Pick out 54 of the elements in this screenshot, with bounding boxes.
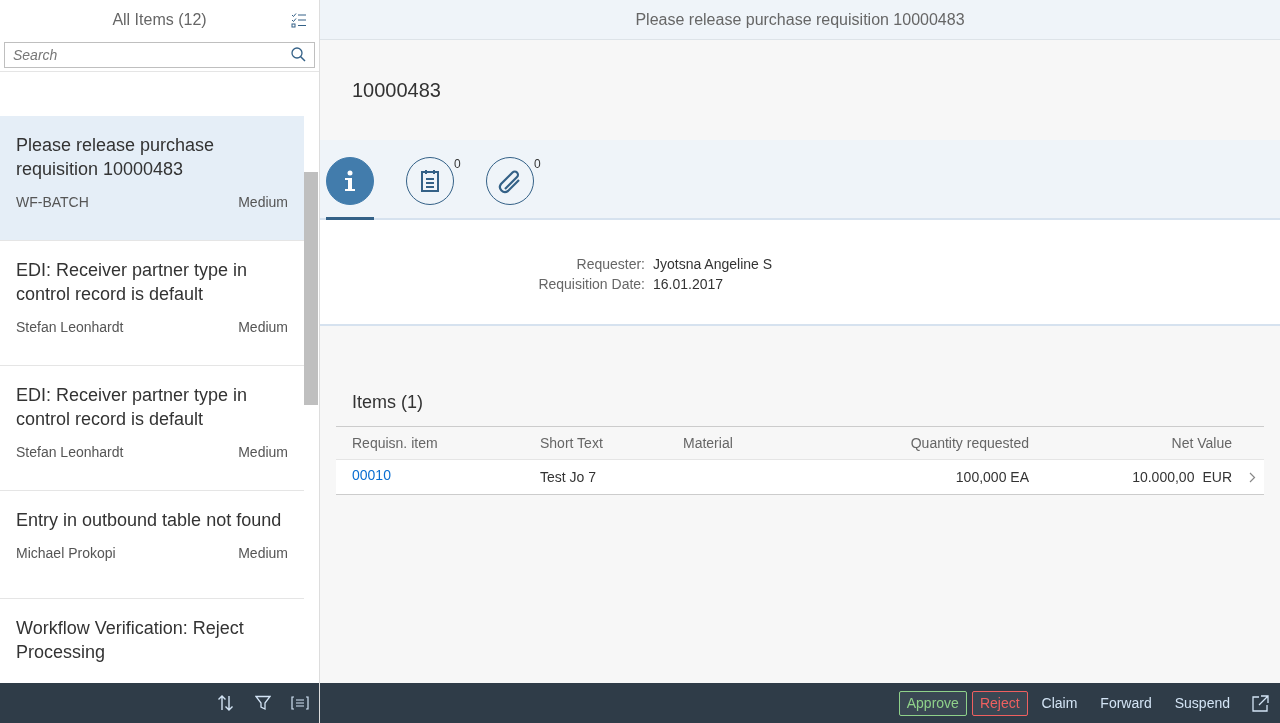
item-title: Please release purchase requisition 10000483 [16, 134, 216, 181]
item-creator: Michael Prokopi [16, 545, 116, 561]
share-icon[interactable] [1252, 694, 1269, 712]
field-label: Requisition Date: [537, 275, 645, 294]
notepad-icon [420, 169, 440, 193]
multi-select-icon[interactable] [291, 12, 307, 28]
table-cell-text: 100,000 EA [954, 469, 1030, 485]
action-button[interactable]: Claim [1032, 690, 1087, 716]
item-title: Workflow Verification: Reject Processing [16, 617, 245, 664]
search-icon[interactable] [291, 47, 306, 62]
tab[interactable]: 0 [406, 140, 466, 220]
tab-count: 0 [454, 157, 461, 171]
table-title: Items (1) [351, 392, 424, 413]
item-creator: WF-BATCH [16, 194, 89, 210]
item-priority: Medium [238, 444, 288, 460]
table-row[interactable]: 00010 Test Jo 7 100,000 EA 10.000,00 EUR [336, 460, 1264, 494]
chevron-right-icon[interactable] [1248, 471, 1256, 483]
table-cell: 10.000,00 [1132, 469, 1195, 485]
item-priority: Medium [238, 319, 288, 335]
column-header: Net Value [1170, 435, 1233, 451]
search-field[interactable]: Search [4, 42, 315, 68]
column-header: Requisn. item [351, 435, 439, 451]
sort-icon[interactable] [217, 695, 235, 711]
tab[interactable]: 0 [486, 140, 546, 220]
field-label: Requester: [575, 255, 645, 274]
action-button[interactable]: Approve [898, 690, 967, 716]
scrollbar-thumb[interactable] [304, 172, 318, 405]
item-link[interactable]: 00010 [352, 467, 391, 483]
column-header: Short Text [539, 435, 604, 451]
currency-cell: EUR [1202, 469, 1232, 485]
item-creator: Stefan Leonhardt [16, 319, 124, 335]
tab-count: 0 [534, 157, 541, 171]
item-title: EDI: Receiver partner type in control record is default [16, 259, 249, 306]
field-value: 16.01.2017 [652, 275, 724, 294]
list-item[interactable]: Entry in outbound table not found Michael Prokopi Medium [0, 491, 304, 599]
column-header: Quantity requested [909, 435, 1030, 451]
list-title: All Items (12) [112, 11, 207, 29]
item-title: Entry in outbound table not found [16, 509, 283, 532]
list-item[interactable]: Please release purchase requisition 10000483 WF-BATCH Medium [0, 116, 304, 241]
field-value: Jyotsna Angeline S [652, 255, 773, 274]
group-icon[interactable] [291, 696, 309, 710]
column-header: Material [682, 435, 734, 451]
object-title: 10000483 [352, 78, 441, 102]
action-button[interactable]: Forward [1091, 690, 1161, 716]
filter-icon[interactable] [255, 695, 271, 711]
item-title: EDI: Receiver partner type in control record is default [16, 384, 249, 431]
info-icon [343, 170, 357, 192]
item-priority: Medium [238, 545, 288, 561]
action-button[interactable]: Suspend [1165, 690, 1239, 716]
page-title: Please release purchase requisition 10000483 [635, 10, 965, 29]
item-priority: Medium [238, 194, 288, 210]
paperclip-icon [497, 168, 523, 194]
table-cell-text: Test Jo 7 [539, 469, 598, 485]
item-creator: Stefan Leonhardt [16, 444, 124, 460]
